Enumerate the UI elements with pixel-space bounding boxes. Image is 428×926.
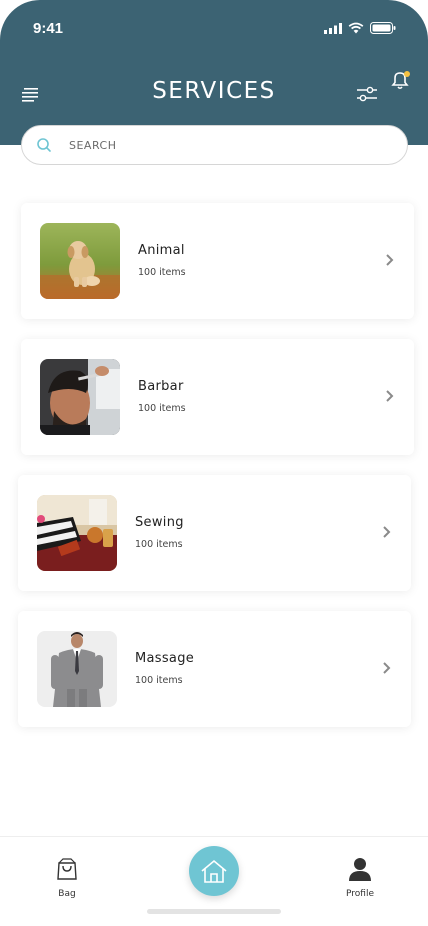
- wifi-icon: [348, 22, 364, 34]
- screen: 9:41 SERVICES SEARCH Animal 100 items Ba…: [0, 0, 428, 926]
- search-bar[interactable]: [21, 125, 408, 165]
- chevron-right-icon: [383, 662, 391, 674]
- status-time: 9:41: [33, 20, 64, 37]
- filter-icon[interactable]: [356, 86, 378, 102]
- service-card-barbar[interactable]: Barbar 100 items: [21, 339, 414, 455]
- service-count: 100 items: [135, 539, 183, 550]
- tab-profile-label: Profile: [346, 889, 374, 899]
- bell-icon[interactable]: [390, 70, 412, 90]
- service-title: Massage: [135, 651, 195, 666]
- barber-image: [40, 359, 120, 435]
- chevron-right-icon: [383, 526, 391, 538]
- service-card-sewing[interactable]: Sewing 100 items: [18, 475, 411, 591]
- chevron-right-icon: [386, 390, 394, 402]
- home-button[interactable]: [189, 846, 239, 896]
- puppy-image: [40, 223, 120, 299]
- home-indicator: [147, 909, 281, 914]
- tab-bag[interactable]: Bag: [52, 857, 82, 899]
- tab-profile[interactable]: Profile: [342, 857, 378, 899]
- search-icon: [37, 138, 51, 152]
- header: 9:41 SERVICES: [0, 0, 428, 145]
- service-count: 100 items: [135, 675, 183, 686]
- service-card-massage[interactable]: Massage 100 items: [18, 611, 411, 727]
- status-icons: [324, 22, 396, 34]
- profile-icon: [349, 858, 371, 881]
- bottom-nav: Bag Profile: [0, 836, 428, 926]
- battery-icon: [370, 22, 396, 34]
- service-image: [40, 359, 120, 435]
- chevron-right-icon: [386, 254, 394, 266]
- suit-man-image: [37, 631, 117, 707]
- home-icon: [201, 859, 227, 883]
- bag-icon: [57, 858, 77, 880]
- service-image: [37, 495, 117, 571]
- service-image: [37, 631, 117, 707]
- signal-icon: [324, 22, 342, 34]
- notification-dot: [404, 71, 410, 77]
- service-title: Sewing: [135, 515, 184, 530]
- service-count: 100 items: [138, 267, 186, 278]
- service-title: Barbar: [138, 379, 184, 394]
- sewing-image: [37, 495, 117, 571]
- service-card-animal[interactable]: Animal 100 items: [21, 203, 414, 319]
- search-input[interactable]: [69, 138, 369, 152]
- service-image: [40, 223, 120, 299]
- service-count: 100 items: [138, 403, 186, 414]
- service-title: Animal: [138, 243, 185, 258]
- tab-bag-label: Bag: [58, 889, 76, 899]
